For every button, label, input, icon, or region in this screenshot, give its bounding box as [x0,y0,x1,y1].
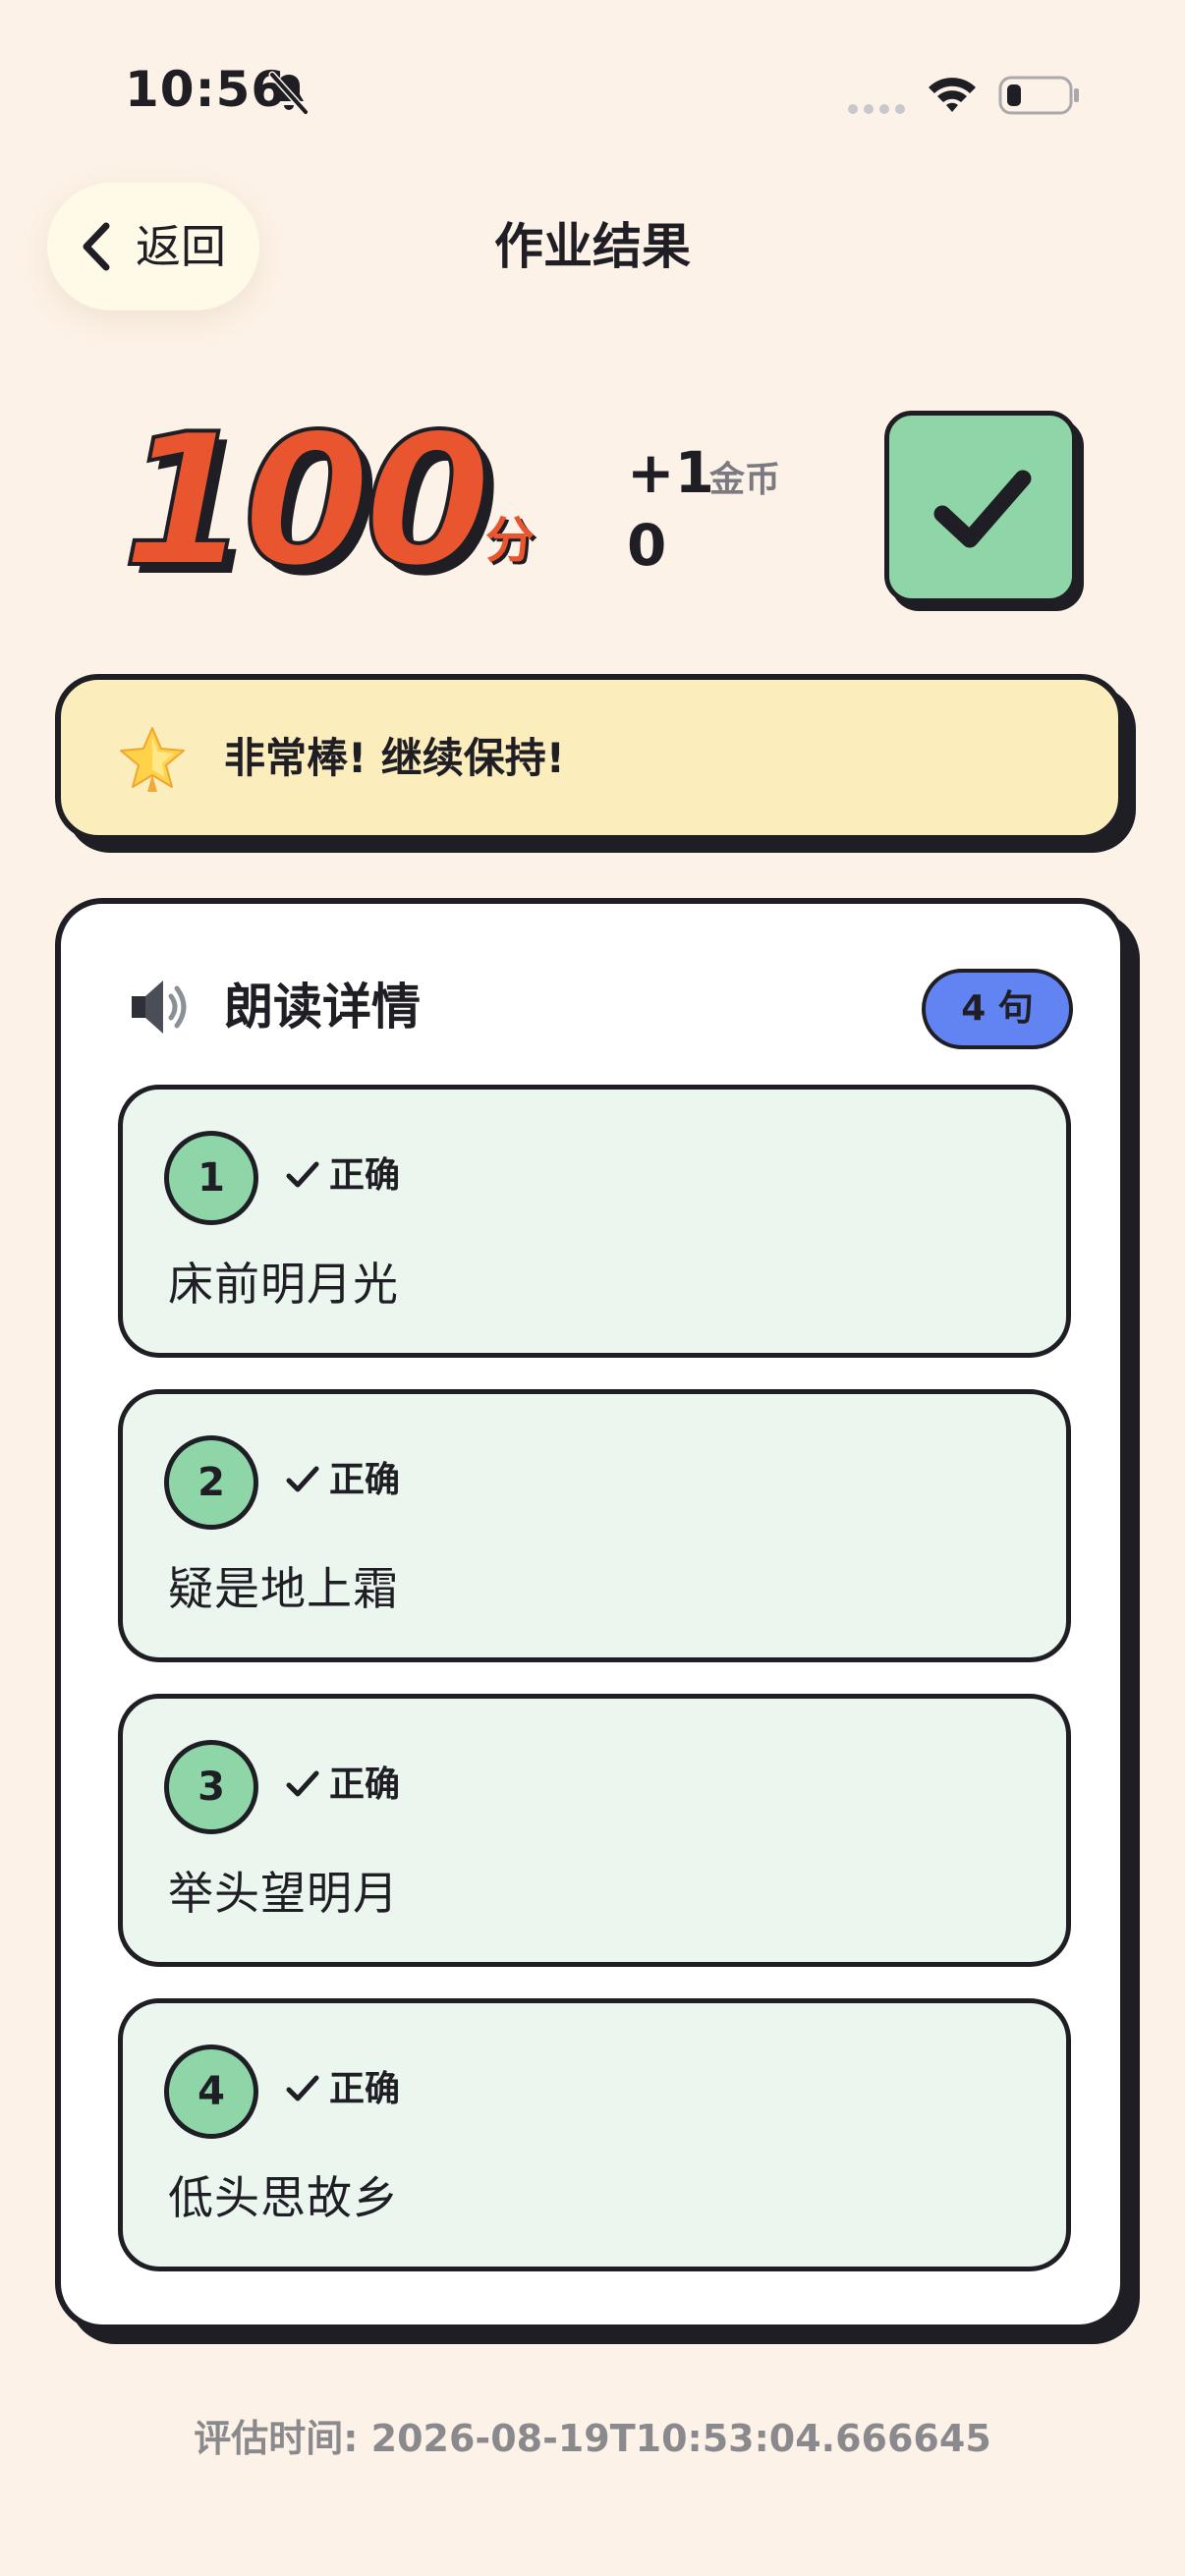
praise-text: 非常棒! 继续保持! [224,734,565,782]
coin-label: 金币 [709,460,781,500]
sentence-index: 4 [164,2044,258,2139]
sentence-status: 正确 [329,1155,401,1196]
reading-detail-card: 朗读详情 4 句 1 正确 床前明月光 2 正确 疑是地上霜 3 正确 举头望明… [55,898,1126,2330]
sentence-item: 3 正确 举头望明月 [118,1694,1071,1967]
check-icon [286,2075,319,2101]
status-bar: 10:56 [0,0,1185,196]
score-value: 100 [120,394,493,607]
check-icon [286,1161,319,1188]
coin-total: 0 [627,512,667,579]
page-title: 作业结果 [494,218,691,275]
evaluation-time: 评估时间: 2026-08-19T10:53:04.666645 [0,2411,1185,2466]
result-badge [884,411,1077,603]
sentence-index: 1 [164,1131,258,1225]
sentence-item: 1 正确 床前明月光 [118,1085,1071,1358]
detail-title: 朗读详情 [224,979,421,1036]
sentence-item: 2 正确 疑是地上霜 [118,1389,1071,1662]
evaluation-time-label: 评估时间: [194,2417,359,2460]
evaluation-time-value: 2026-08-19T10:53:04.666645 [370,2417,991,2460]
wifi-icon [929,78,976,112]
coin-gain: +1 [627,439,714,506]
sentence-status: 正确 [329,1460,401,1500]
check-icon [286,1770,319,1797]
speaker-icon [132,980,187,1034]
status-time: 10:56 [125,61,287,118]
sentence-text: 低头思故乡 [168,2171,399,2224]
sentence-count-badge: 4 句 [922,969,1073,1049]
star-icon [120,727,185,792]
sentence-list: 1 正确 床前明月光 2 正确 疑是地上霜 3 正确 举头望明月 4 正确 低头… [118,1085,1071,2303]
sentence-index: 2 [164,1435,258,1530]
sentence-index: 3 [164,1740,258,1834]
sentence-item: 4 正确 低头思故乡 [118,1998,1071,2271]
battery-icon [998,76,1079,115]
check-icon [933,470,1032,548]
sentence-text: 疑是地上霜 [168,1562,399,1615]
sentence-text: 举头望明月 [168,1867,399,1920]
cellular-signal-icon [848,104,905,114]
sentence-text: 床前明月光 [168,1258,399,1311]
sentence-status: 正确 [329,2069,401,2109]
sentence-status: 正确 [329,1764,401,1805]
bell-slash-icon [268,71,310,116]
score-unit: 分 [485,512,535,569]
praise-banner: 非常棒! 继续保持! [55,674,1124,841]
check-icon [286,1466,319,1492]
